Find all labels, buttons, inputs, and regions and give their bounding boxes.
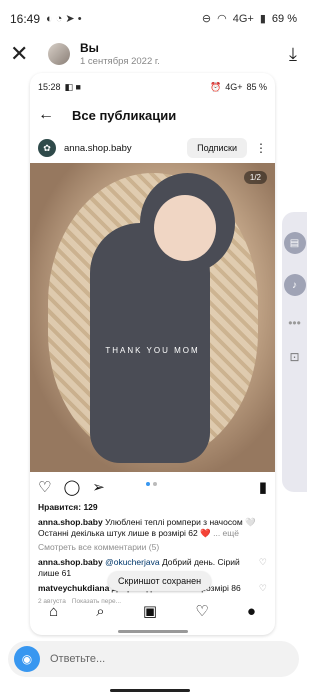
caption-user[interactable]: anna.shop.baby [38,517,103,527]
comment-icon[interactable]: ◯ [63,478,80,496]
inner-home-indicator [118,630,188,633]
pager-dot-active [146,482,150,486]
share-icon[interactable]: ➢ [92,478,105,496]
side-panel[interactable]: ▤ ♪ ••• ⊡ [282,212,307,492]
heart-emoji-icon: ❤️ [200,528,211,539]
signal-icon: ▮ [259,12,266,25]
caption: anna.shop.baby Улюблені теплі ромпери з … [38,517,267,539]
music-icon[interactable]: ♪ [283,274,306,296]
comment-user[interactable]: matveychukdiana [38,583,109,593]
more-dots-icon[interactable]: ••• [288,316,301,330]
caption-more[interactable]: ... ещё [213,528,239,538]
likes-count[interactable]: Нравится: 129 [38,502,267,513]
vibrate-toggle-icon[interactable]: ▤ [283,232,306,254]
signal-label: 4G+ [232,12,254,25]
post-actions: ♡ ◯ ➢ ▮ [30,472,275,502]
baby-face-shape [154,195,216,261]
back-arrow-icon[interactable]: ← [38,106,60,124]
screenshot-toast: Скриншот сохранен [108,571,212,591]
account-avatar[interactable]: ✿ [38,139,56,157]
comment-like-icon[interactable]: ♡ [259,557,267,569]
view-comments-link[interactable]: Смотреть все комментарии (5) [38,542,267,553]
more-options-icon[interactable]: ⋮ [255,141,267,155]
avatar[interactable] [48,43,70,65]
reels-icon[interactable]: ▣ [143,602,157,620]
captions-off-icon[interactable]: ⊡ [289,350,299,364]
reply-input[interactable] [50,653,270,665]
home-indicator [110,689,190,692]
comment-user[interactable]: anna.shop.baby [38,557,103,567]
inner-nav: ← Все публикации [30,101,275,129]
inner-status-bar: 15:28 ◧ ■ ⏰ 4G+ 85 % [30,73,275,101]
photo-counter: 1/2 [243,171,267,184]
profile-avatar-icon[interactable]: ● [247,603,256,620]
subscribe-button[interactable]: Подписки [187,138,247,158]
vibrate-icon: ⊖ [201,12,212,25]
post-header: ✿ anna.shop.baby Подписки ⋮ [30,133,275,163]
photo-overlay-text: THANK YOU MOM [105,346,200,355]
system-status-bar: 16:49 ◐ ◔ ➤ • ⊖ ◠ 4G+ ▮ 69 % [0,0,307,38]
home-icon[interactable]: ⌂ [49,603,58,620]
like-icon[interactable]: ♡ [38,478,51,496]
inner-battery: 85 % [246,81,267,92]
inner-network: 4G+ [225,81,243,92]
search-icon[interactable]: ⌕ [96,603,104,620]
sender-info: Вы 1 сентября 2022 г. [80,41,160,67]
post-photo[interactable]: 1/2 THANK YOU MOM [30,163,275,472]
camera-icon[interactable]: ◉ [14,646,40,672]
inner-alarm-icon: ⏰ [210,81,222,92]
sender-name: Вы [80,41,99,55]
carousel-pager [146,482,157,486]
bookmark-icon[interactable]: ▮ [259,478,267,496]
account-handle[interactable]: anna.shop.baby [64,143,132,154]
clock: 16:49 [10,12,41,26]
download-icon[interactable]: ⤓ [289,44,297,65]
close-icon[interactable]: ✕ [10,43,34,65]
comment-like-icon[interactable]: ♡ [259,583,267,595]
comment-mention[interactable]: @okucherjava [105,557,159,567]
story-date: 1 сентября 2022 г. [80,56,160,67]
inner-notification-icons: ◧ ■ [64,81,81,92]
notification-icons: ◐ ◔ ➤ • [46,12,82,25]
activity-icon[interactable]: ♡ [195,602,208,620]
shared-screenshot: 15:28 ◧ ■ ⏰ 4G+ 85 % ← Все публикации ✿ … [30,73,275,635]
inner-clock: 15:28 [38,82,61,92]
page-title: Все публикации [72,107,177,123]
reply-bar: ◉ [8,641,299,677]
pager-dot [153,482,157,486]
story-header: ✕ Вы 1 сентября 2022 г. ⤓ [0,38,307,70]
wifi-icon: ◠ [217,12,227,25]
battery-level: 69 % [271,13,297,25]
inner-bottom-nav: ⌂ ⌕ ▣ ♡ ● [30,597,275,625]
